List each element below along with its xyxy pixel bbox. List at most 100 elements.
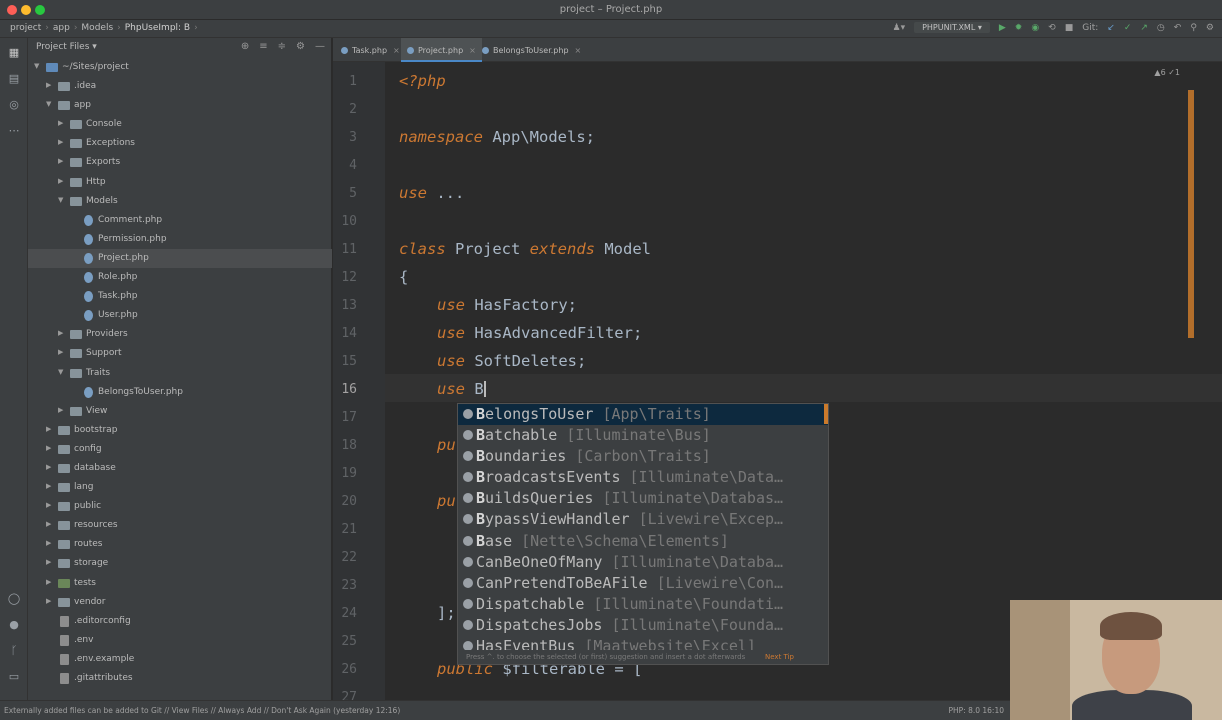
tab-project-php[interactable]: Project.php × [401,38,482,62]
hide-icon[interactable]: — [315,41,325,52]
inspection-widget[interactable]: ▲6 ✓1 [1154,68,1180,77]
suggestion-item[interactable]: Boundaries [Carbon\Traits] [458,446,828,467]
tree-item[interactable]: ▶ Providers [28,325,332,344]
structure-tool-icon[interactable]: ▤ [7,72,21,86]
chevron-right-icon[interactable]: ▶ [58,406,63,414]
suggestion-item[interactable]: Dispatchable [Illuminate\Foundati… [458,594,828,615]
terminal-tool-icon[interactable]: ▭ [7,670,21,684]
tree-item[interactable]: ▶ lang [28,478,332,497]
settings-icon[interactable]: ⚙ [1206,23,1214,33]
tree-item[interactable]: Role.php [28,268,332,287]
chevron-right-icon[interactable]: ▶ [46,482,51,490]
commit-tool-icon[interactable]: ◎ [7,98,21,112]
rollback-icon[interactable]: ↶ [1174,23,1182,33]
tree-item[interactable]: BelongsToUser.php [28,383,332,402]
chevron-right-icon[interactable]: ▶ [58,177,63,185]
tree-item[interactable]: .env.example [28,650,332,669]
more-tools-icon[interactable]: ⋯ [7,124,21,138]
project-tool-icon[interactable]: ▦ [7,46,21,60]
chevron-down-icon[interactable]: ▼ [34,62,39,70]
git-tool-icon[interactable]: ᚴ [7,644,21,658]
tree-item[interactable]: ▶ bootstrap [28,421,332,440]
chevron-down-icon[interactable]: ▼ [58,368,63,376]
tree-item[interactable]: ▶ Http [28,173,332,192]
suggestion-item[interactable]: CanBeOneOfMany [Illuminate\Databa… [458,552,828,573]
chevron-right-icon[interactable]: ▶ [46,425,51,433]
tree-item[interactable]: ▶ .idea [28,77,332,96]
suggestion-item[interactable]: BroadcastsEvents [Illuminate\Data… [458,467,828,488]
run-icon[interactable]: ▶ [999,23,1006,33]
problems-tool-icon[interactable]: ● [7,618,21,632]
tree-item[interactable]: Project.php [28,248,332,269]
locate-icon[interactable]: ⊕ [241,41,249,52]
chevron-right-icon[interactable]: ▶ [58,157,63,165]
tree-item[interactable]: ▶ View [28,402,332,421]
chevron-right-icon[interactable]: ▶ [58,329,63,337]
chevron-right-icon[interactable]: ▶ [46,520,51,528]
tree-item[interactable]: User.php [28,306,332,325]
breadcrumb-item-app[interactable]: app [53,23,70,33]
project-panel-title[interactable]: Project Files ▾ [36,42,97,52]
tree-item[interactable]: ▶ config [28,440,332,459]
tree-item[interactable]: Comment.php [28,211,332,230]
search-icon[interactable]: ⚲ [1190,23,1197,33]
chevron-right-icon[interactable]: ▶ [46,539,51,547]
suggestion-item[interactable]: BuildsQueries [Illuminate\Databas… [458,488,828,509]
suggestion-item[interactable]: Base [Nette\Schema\Elements] [458,531,828,552]
search-tool-icon[interactable]: ◯ [7,592,21,606]
stop-icon[interactable]: ■ [1065,23,1074,33]
coverage-icon[interactable]: ◉ [1031,23,1039,33]
chevron-right-icon[interactable]: ▶ [58,348,63,356]
chevron-right-icon[interactable]: ▶ [46,444,51,452]
status-info[interactable]: PHP: 8.0 16:10 [948,706,1004,715]
breadcrumb-item-project[interactable]: project [10,23,41,33]
next-tip-link[interactable]: Next Tip [765,653,794,661]
tab-belongs-to-user-php[interactable]: BelongsToUser.php × [476,38,587,62]
chevron-right-icon[interactable]: ▶ [46,597,51,605]
tree-item[interactable]: .gitattributes [28,669,332,688]
suggestion-item[interactable]: DispatchesJobs [Illuminate\Founda… [458,615,828,636]
tree-item[interactable]: ▶ Console [28,115,332,134]
popup-scrollbar[interactable] [824,404,828,424]
user-icon[interactable]: ♟▾ [893,23,906,33]
tree-item[interactable]: ▶ storage [28,554,332,573]
expand-all-icon[interactable]: ≡ [259,41,267,52]
tree-item[interactable]: ▶ resources [28,516,332,535]
suggestion-item[interactable]: Batchable [Illuminate\Bus] [458,425,828,446]
tree-item[interactable]: ▶ tests [28,574,332,593]
run-config-select[interactable]: PHPUNIT.XML ▾ [914,22,990,33]
profile-icon[interactable]: ⟲ [1048,23,1056,33]
chevron-right-icon[interactable]: ▶ [46,558,51,566]
chevron-right-icon[interactable]: ▶ [46,501,51,509]
breadcrumb-item-php-use[interactable]: PhpUseImpl: B [125,23,190,33]
tree-item[interactable]: ▼ ~/Sites/project [28,58,332,77]
tree-item[interactable]: ▼ Models [28,192,332,211]
chevron-down-icon[interactable]: ▼ [46,100,51,108]
status-message[interactable]: Externally added files can be added to G… [4,706,400,715]
tree-item[interactable]: ▼ app [28,96,332,115]
suggestion-item[interactable]: BypassViewHandler [Livewire\Excep… [458,509,828,530]
collapse-all-icon[interactable]: ≑ [278,41,286,52]
tree-item[interactable]: .editorconfig [28,612,332,631]
suggestion-item[interactable]: BelongsToUser [App\Traits] [458,404,828,426]
history-icon[interactable]: ◷ [1157,23,1165,33]
scrollbar-marker[interactable] [1188,90,1194,338]
chevron-right-icon[interactable]: ▶ [58,138,63,146]
tree-item[interactable]: ▶ Exports [28,153,332,172]
tree-item[interactable]: ▶ public [28,497,332,516]
tree-item[interactable]: ▼ Traits [28,364,332,383]
debug-icon[interactable]: ✹ [1015,23,1023,33]
tree-item[interactable]: Task.php [28,287,332,306]
tree-item[interactable]: Permission.php [28,230,332,249]
git-update-icon[interactable]: ↙ [1107,23,1115,33]
chevron-down-icon[interactable]: ▼ [58,196,63,204]
tree-item[interactable]: ▶ Exceptions [28,134,332,153]
tree-item[interactable]: ▶ routes [28,535,332,554]
chevron-right-icon[interactable]: ▶ [46,463,51,471]
tree-item[interactable]: ▶ Support [28,344,332,363]
gear-icon[interactable]: ⚙ [296,41,305,52]
chevron-right-icon[interactable]: ▶ [46,81,51,89]
chevron-right-icon[interactable]: ▶ [58,119,63,127]
git-commit-icon[interactable]: ✓ [1124,23,1132,33]
git-push-icon[interactable]: ↗ [1140,23,1148,33]
